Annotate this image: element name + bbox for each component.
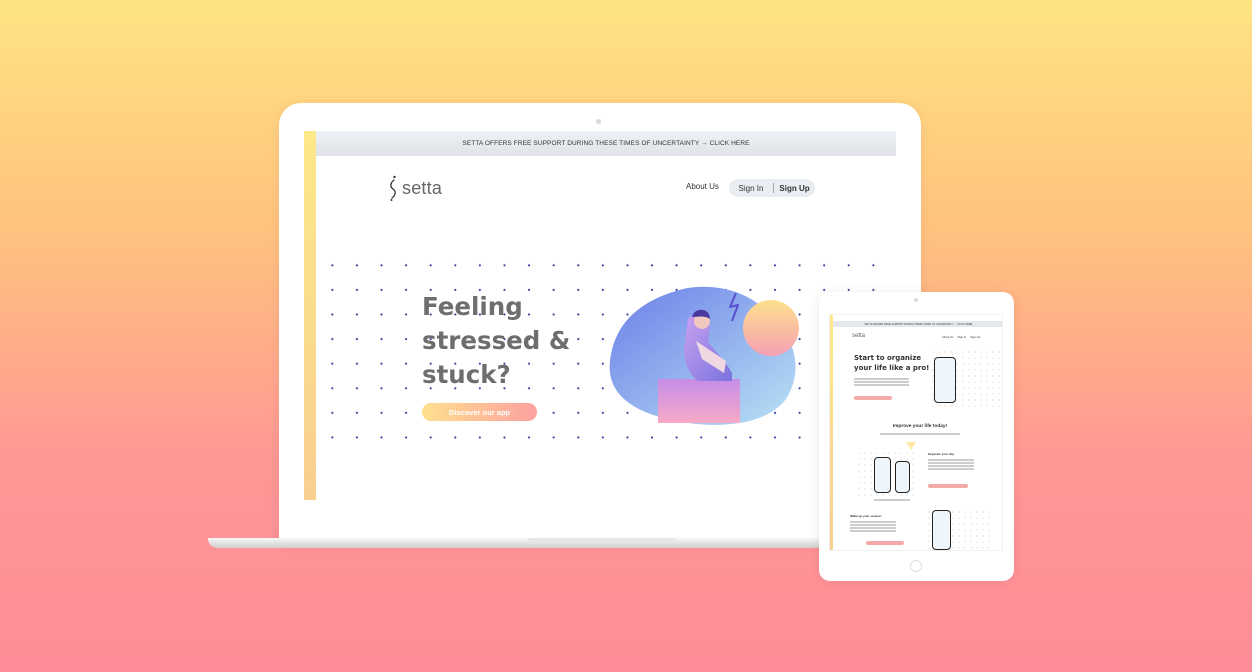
tablet-phone-mockup xyxy=(934,357,956,403)
tablet-home-button xyxy=(910,560,922,572)
tablet-phone-mockup-4 xyxy=(932,510,951,550)
tablet-hero-button[interactable] xyxy=(854,396,892,400)
setta-s-logo-icon xyxy=(390,175,396,201)
banner-text[interactable]: SETTA OFFERS FREE SUPPORT DURING THESE T… xyxy=(462,140,749,147)
laptop-notch xyxy=(528,538,676,543)
sign-in-button[interactable]: Sign In xyxy=(729,184,773,193)
site-logo[interactable]: setta xyxy=(388,175,442,201)
tablet-camera xyxy=(914,298,918,302)
tablet-triangle-decoration xyxy=(906,442,916,450)
tablet-section-title: Improve your life today! xyxy=(892,424,948,429)
tablet-screen: SETTA OFFERS FREE SUPPORT DURING THESE T… xyxy=(829,314,1003,551)
auth-pill: Sign In Sign Up xyxy=(729,179,815,197)
laptop-screen: SETTA OFFERS FREE SUPPORT DURING THESE T… xyxy=(304,131,896,500)
hero-headline: Feeling stressed & stuck? xyxy=(422,292,571,389)
sign-up-button[interactable]: Sign Up xyxy=(774,184,815,193)
tablet-accent-sidebar xyxy=(830,315,833,550)
tablet-phone-mockup-3 xyxy=(895,461,910,493)
brand-name: setta xyxy=(402,177,443,198)
tablet-hero-title: Start to organize your life like a pro! xyxy=(854,354,930,372)
tablet-feature2-button[interactable] xyxy=(866,541,904,545)
tablet-section-subtitle xyxy=(880,433,960,435)
tablet-nav-sign-up[interactable]: Sign Up xyxy=(970,335,980,339)
tablet-nav-about[interactable]: About Us xyxy=(942,335,954,339)
tablet-nav-sign-in[interactable]: Sign In xyxy=(958,335,967,339)
announcement-banner[interactable]: SETTA OFFERS FREE SUPPORT DURING THESE T… xyxy=(316,131,896,156)
tablet-feature1-text xyxy=(928,459,974,461)
tablet-phone-mockup-2 xyxy=(874,457,891,493)
tablet-banner[interactable]: SETTA OFFERS FREE SUPPORT DURING THESE T… xyxy=(833,321,1002,327)
tablet-hero-paragraph xyxy=(854,378,909,380)
tablet-feature1-button[interactable] xyxy=(928,484,968,488)
discover-app-button[interactable]: Discover our app xyxy=(422,403,537,421)
tablet-feature2-title: Wake up your senses! xyxy=(850,514,882,518)
tablet-nav: About Us Sign In Sign Up xyxy=(942,335,980,339)
accent-sidebar xyxy=(304,131,316,500)
nav-about-link[interactable]: About Us xyxy=(686,182,719,191)
tablet-banner-text: SETTA OFFERS FREE SUPPORT DURING THESE T… xyxy=(864,322,973,326)
tablet-feature1-title: Organize your day xyxy=(928,452,955,456)
tablet-feature2-text xyxy=(850,521,896,523)
discover-app-label: Discover our app xyxy=(448,407,511,417)
tablet-caption xyxy=(874,499,910,501)
stressed-person-illustration xyxy=(609,286,799,425)
laptop-camera xyxy=(596,119,601,124)
tablet-brand-name[interactable]: setta xyxy=(852,333,865,339)
